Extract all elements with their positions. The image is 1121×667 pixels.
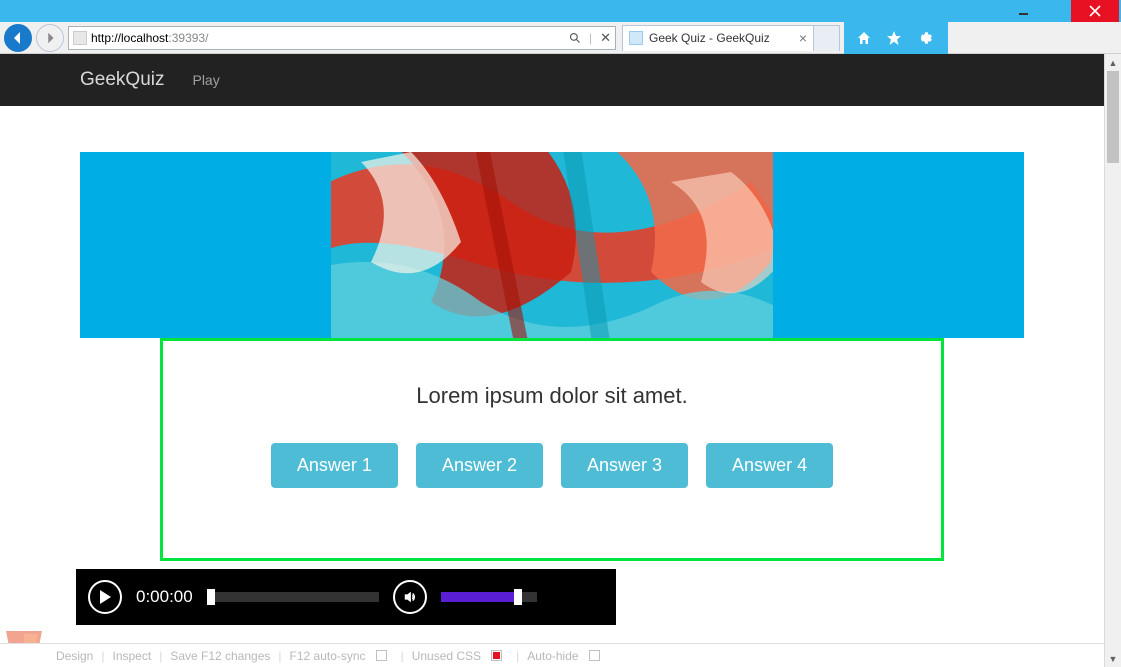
scroll-down-button[interactable]: ▼ xyxy=(1105,650,1121,667)
hero-image xyxy=(331,152,773,338)
answer-button-2[interactable]: Answer 2 xyxy=(416,443,543,488)
media-player: 0:00:00 xyxy=(76,569,616,625)
search-icon[interactable] xyxy=(569,32,581,44)
tab-title: Geek Quiz - GeekQuiz xyxy=(649,31,770,45)
vertical-scrollbar[interactable]: ▲ ▼ xyxy=(1104,54,1121,667)
browser-toolbar: http://localhost:39393/ | ✕ Geek Quiz - … xyxy=(0,22,1121,54)
home-icon[interactable] xyxy=(856,30,872,46)
browser-tab[interactable]: Geek Quiz - GeekQuiz × xyxy=(622,25,814,51)
url-host: http://localhost xyxy=(91,31,168,45)
devbar-save[interactable]: Save F12 changes xyxy=(170,649,270,663)
volume-slider[interactable] xyxy=(441,592,537,602)
tab-favicon xyxy=(629,31,643,45)
address-bar[interactable]: http://localhost:39393/ | ✕ xyxy=(68,26,616,50)
question-card: Lorem ipsum dolor sit amet. Answer 1 Ans… xyxy=(160,338,944,561)
page-content: GeekQuiz Play xyxy=(0,54,1104,667)
question-text: Lorem ipsum dolor sit amet. xyxy=(175,383,929,409)
answer-button-3[interactable]: Answer 3 xyxy=(561,443,688,488)
address-bar-tools: | ✕ xyxy=(569,30,611,46)
hero-banner xyxy=(80,152,1024,338)
browser-tools xyxy=(856,30,942,46)
nav-back-button[interactable] xyxy=(4,24,32,52)
viewport: GeekQuiz Play xyxy=(0,54,1121,667)
window-minimize-button[interactable] xyxy=(1007,0,1039,22)
nav-link-play[interactable]: Play xyxy=(192,72,219,88)
brand-logo[interactable]: GeekQuiz xyxy=(80,69,164,91)
stop-reload-button[interactable]: ✕ xyxy=(600,30,611,46)
page-icon xyxy=(73,31,87,45)
devbar-autosync[interactable]: F12 auto-sync xyxy=(290,649,366,663)
new-tab-button[interactable] xyxy=(814,25,840,51)
seek-bar[interactable] xyxy=(207,592,379,602)
tab-strip: Geek Quiz - GeekQuiz × xyxy=(622,25,840,51)
window-titlebar xyxy=(0,0,1121,22)
window-maximize-button[interactable] xyxy=(1039,0,1071,22)
time-display: 0:00:00 xyxy=(136,587,193,607)
answer-button-1[interactable]: Answer 1 xyxy=(271,443,398,488)
tab-close-button[interactable]: × xyxy=(799,30,807,46)
devbar-autohide[interactable]: Auto-hide xyxy=(527,649,578,663)
volume-knob[interactable] xyxy=(514,589,522,605)
volume-button[interactable] xyxy=(393,580,427,614)
autohide-checkbox[interactable] xyxy=(589,650,600,661)
unused-css-checkbox[interactable] xyxy=(491,650,502,661)
scroll-thumb[interactable] xyxy=(1107,71,1119,163)
seek-knob[interactable] xyxy=(207,589,215,605)
window-close-button[interactable] xyxy=(1071,0,1119,22)
play-button[interactable] xyxy=(88,580,122,614)
url-port: :39393/ xyxy=(168,31,208,45)
browser-link-toolbar: Design| Inspect| Save F12 changes| F12 a… xyxy=(0,643,1104,667)
answer-button-4[interactable]: Answer 4 xyxy=(706,443,833,488)
app-navbar: GeekQuiz Play xyxy=(0,54,1104,106)
nav-forward-button[interactable] xyxy=(36,24,64,52)
scroll-up-button[interactable]: ▲ xyxy=(1105,54,1121,71)
browser-window: http://localhost:39393/ | ✕ Geek Quiz - … xyxy=(0,0,1121,667)
autosync-checkbox[interactable] xyxy=(376,650,387,661)
answer-row: Answer 1 Answer 2 Answer 3 Answer 4 xyxy=(175,443,929,488)
gear-icon[interactable] xyxy=(916,30,932,46)
devbar-inspect[interactable]: Inspect xyxy=(112,649,151,663)
devbar-unused-css[interactable]: Unused CSS xyxy=(412,649,481,663)
favorites-icon[interactable] xyxy=(886,30,902,46)
devbar-design[interactable]: Design xyxy=(56,649,93,663)
